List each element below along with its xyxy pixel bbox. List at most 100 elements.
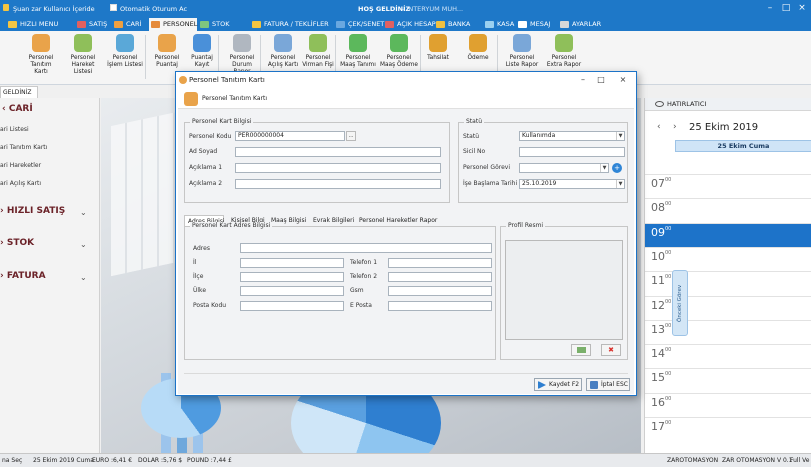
prev-day-icon[interactable]: ‹ [657,122,661,132]
ribbon-button-12[interactable]: Personel Liste Rapor [505,34,539,69]
minimize-icon[interactable]: – [576,74,590,86]
stok-section[interactable]: › STOK [0,238,34,248]
maximize-icon[interactable]: □ [594,74,608,86]
ilce-input[interactable] [240,272,344,282]
kod-browse-button[interactable]: ... [346,131,356,141]
ribbon-button-0[interactable]: Personel Tanıtım Kartı [24,34,58,76]
day-column-header[interactable]: 25 Ekim Cuma [675,140,811,152]
statu-select[interactable]: Kullanımda ▼ [519,131,625,141]
add-gorev-icon[interactable]: + [612,163,622,173]
ribbon-button-2[interactable]: Personel İşlem Listesi [106,34,144,69]
hour-number: 07 [651,177,665,190]
hour-row[interactable]: 1500 [645,368,811,392]
tel1-input[interactable] [388,258,492,268]
tab-hizli-menu[interactable]: HIZLI MENU [6,18,58,31]
baslama-date-input[interactable]: 25.10.2019 ▼ [519,179,625,189]
tab-evrak[interactable]: Evrak Bilgileri [310,215,357,226]
ribbon-button-13[interactable]: Personel Extra Rapor [545,34,583,69]
chevron-down-icon[interactable]: ▼ [600,164,608,172]
tab-ayarlar[interactable]: AYARLAR [558,18,601,31]
hour-row[interactable]: 1200 [645,295,811,320]
hour-row[interactable]: 0900 [645,222,811,247]
load-image-button[interactable] [571,344,591,356]
adsoyad-input[interactable] [235,147,441,157]
gorev-select[interactable]: ▼ [519,163,609,173]
tab-maas[interactable]: Maaş Bilgisi [268,215,309,226]
posta-input[interactable] [240,301,344,311]
hour-row[interactable]: 1700 [645,417,811,441]
ribbon-button-4[interactable]: Puantaj Kayıt [189,34,215,69]
hour-row[interactable]: 1400 [645,344,811,368]
close-icon[interactable]: × [795,3,809,14]
aciklama1-input[interactable] [235,163,441,173]
hour-row[interactable]: 0800 [645,198,811,222]
chevron-down-icon[interactable]: ⌄ [80,240,87,249]
ribbon-button-9[interactable]: Personel Maaş Ödeme [380,34,418,69]
ribbon-button-11[interactable]: Ödeme [466,34,490,62]
tab-satiş[interactable]: SATIŞ [75,18,107,31]
extra-report-icon [555,34,573,52]
ribbon-button-10[interactable]: Tahsilat [426,34,450,62]
next-day-icon[interactable]: › [673,122,677,132]
tab-fatura-tekli-fler[interactable]: FATURA / TEKLİFLER [250,18,329,31]
hour-number: 09 [651,225,665,239]
tab-label: KASA [497,20,515,28]
tab-mesaj[interactable]: MESAJ [516,18,550,31]
remove-image-button[interactable]: ✖ [601,344,621,356]
hour-row[interactable]: 1100 [645,271,811,295]
tab-label: STOK [212,20,230,28]
ulke-input[interactable] [240,286,344,296]
hour-row[interactable]: 1000 [645,246,811,271]
tab-çek-senet[interactable]: ÇEK/SENET [334,18,384,31]
tab-stok[interactable]: STOK [198,18,229,31]
ribbon-button-3[interactable]: Personel Puantaj [151,34,183,69]
previous-task-side-tab[interactable]: Önceki Görev [672,270,688,336]
status-euro: EURO :6,41 € [92,457,133,464]
reminder-calendar: HATIRLATICI ‹ › 25 Ekim 2019 25 Ekim Cum… [644,98,811,453]
chevron-down-icon[interactable]: ▼ [616,132,624,140]
nav-item-cari-acilis[interactable]: ari Açılış Kartı [0,180,41,187]
language-select[interactable]: na Seç [2,454,22,467]
tab-hareket-rapor[interactable]: Personel Hareketler Rapor [356,215,440,226]
save-button[interactable]: Kaydet F2 [534,378,582,391]
il-input[interactable] [240,258,344,268]
fatura-section[interactable]: › FATURA [0,271,46,281]
tab-kasa[interactable]: KASA [483,18,514,31]
auto-logout-checkbox[interactable] [110,4,117,11]
cancel-button[interactable]: İptal ESC [586,378,630,391]
tab-banka[interactable]: BANKA [434,18,470,31]
personel-kod-input[interactable]: PER000000004 [235,131,345,141]
tel2-input[interactable] [388,272,492,282]
chevron-down-icon[interactable]: ⌄ [80,273,87,282]
minimize-icon[interactable]: – [763,3,777,14]
ribbon-button-7[interactable]: Personel Virman Fişi [302,34,334,69]
gsm-input[interactable] [388,286,492,296]
ribbon-button-1[interactable]: Personel Hareket Listesi [63,34,103,76]
nav-item-cari-listesi[interactable]: ari Listesi [0,126,29,133]
nav-item-cari-tanitim[interactable]: ari Tanıtım Kartı [0,144,47,151]
sicil-input[interactable] [519,147,625,157]
tab-açik-hesap[interactable]: AÇIK HESAP [383,18,436,31]
eposta-input[interactable] [388,301,492,311]
hour-row[interactable]: 1300 [645,319,811,344]
hizli-satis-section[interactable]: › HIZLI SATIŞ [0,206,65,216]
doc-tab-welcome[interactable]: GELDİNİZ [0,86,38,98]
close-icon[interactable]: × [616,74,630,86]
ribbon-button-8[interactable]: Personel Maaş Tanımı [340,34,376,69]
chevron-down-icon[interactable]: ▼ [616,180,624,188]
aciklama2-input[interactable] [235,179,441,189]
maximize-icon[interactable]: □ [779,3,793,14]
ribbon-button-6[interactable]: Personel Açılış Kartı [266,34,300,69]
tab-personel[interactable]: PERSONEL [149,18,198,31]
hour-row[interactable]: 1600 [645,392,811,417]
cari-section-title[interactable]: ‹ CARİ [2,104,33,114]
chevron-down-icon[interactable]: ⌄ [80,208,87,217]
nav-item-cari-hareketler[interactable]: ari Hareketler [0,162,41,169]
profil-legend: Profil Resmi [506,222,546,229]
adres-input[interactable] [240,243,492,253]
auto-logout-label[interactable]: Otomatik Oturum Ac [120,5,187,13]
profile-image-area[interactable] [505,240,623,340]
hour-row[interactable]: 0700 [645,174,811,198]
tab-cari-[interactable]: CARİ [112,18,141,31]
ribbon-button-5[interactable]: Personel Durum Rapor [224,34,260,76]
